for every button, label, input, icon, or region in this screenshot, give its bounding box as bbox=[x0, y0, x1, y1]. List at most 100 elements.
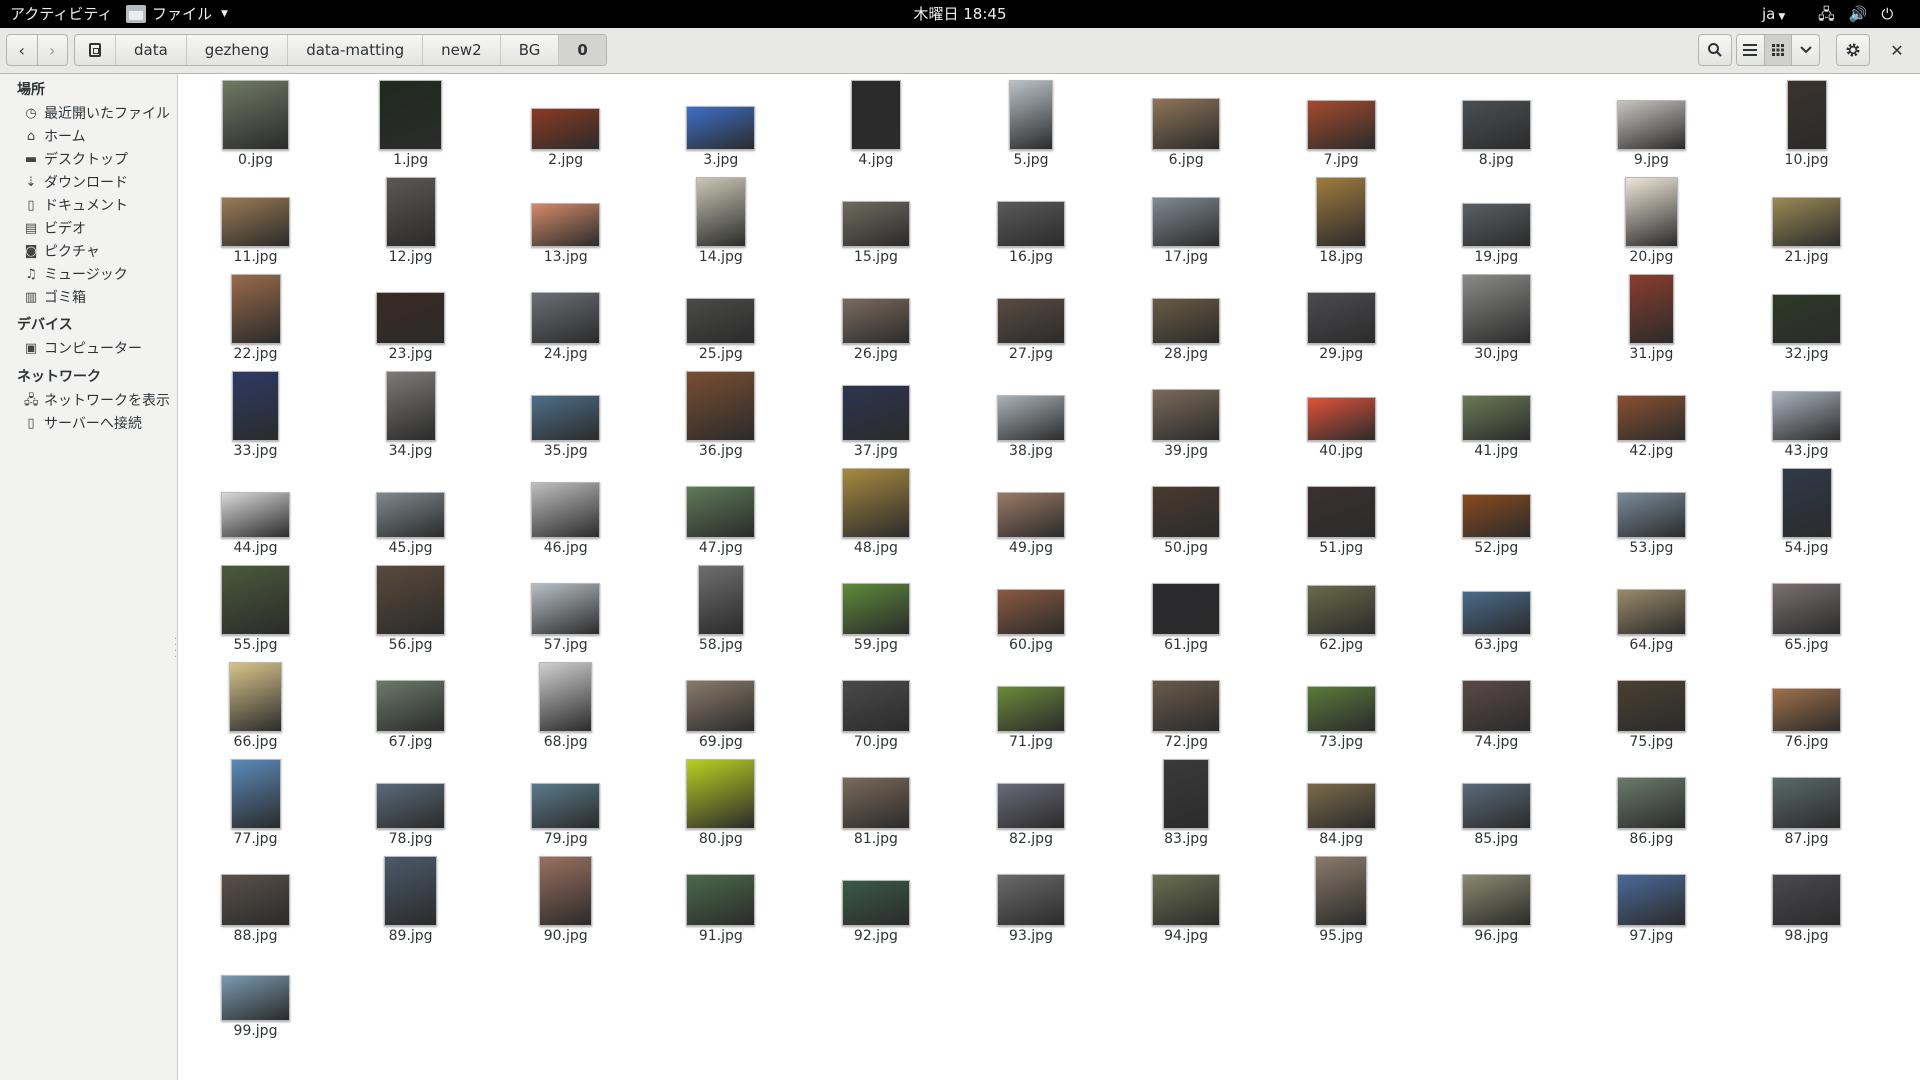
file-item[interactable]: 64.jpg bbox=[1574, 559, 1729, 657]
file-item[interactable]: 11.jpg bbox=[178, 171, 333, 269]
file-item[interactable]: 41.jpg bbox=[1419, 365, 1574, 463]
file-item[interactable]: 39.jpg bbox=[1109, 365, 1264, 463]
file-item[interactable]: 1.jpg bbox=[333, 74, 488, 172]
sidebar-item-downloads[interactable]: ⇣ ダウンロード bbox=[24, 172, 128, 194]
file-item[interactable]: 54.jpg bbox=[1729, 462, 1884, 560]
file-item[interactable]: 77.jpg bbox=[178, 753, 333, 851]
file-item[interactable]: 27.jpg bbox=[954, 268, 1109, 366]
sidebar-item-documents[interactable]: ▯ ドキュメント bbox=[24, 195, 128, 217]
file-item[interactable]: 51.jpg bbox=[1264, 462, 1419, 560]
sidebar-resize-handle[interactable]: · · · · bbox=[174, 635, 177, 663]
file-item[interactable]: 71.jpg bbox=[954, 656, 1109, 754]
file-item[interactable]: 79.jpg bbox=[488, 753, 643, 851]
file-item[interactable]: 2.jpg bbox=[488, 74, 643, 172]
view-menu-button[interactable] bbox=[1791, 35, 1819, 65]
file-item[interactable]: 19.jpg bbox=[1419, 171, 1574, 269]
forward-button[interactable]: › bbox=[36, 35, 68, 65]
file-item[interactable]: 52.jpg bbox=[1419, 462, 1574, 560]
file-item[interactable]: 66.jpg bbox=[178, 656, 333, 754]
file-item[interactable]: 68.jpg bbox=[488, 656, 643, 754]
back-button[interactable]: ‹ bbox=[7, 35, 37, 65]
file-item[interactable]: 90.jpg bbox=[488, 850, 643, 948]
file-item[interactable]: 91.jpg bbox=[643, 850, 798, 948]
file-item[interactable]: 99.jpg bbox=[178, 947, 333, 1043]
file-item[interactable]: 20.jpg bbox=[1574, 171, 1729, 269]
file-item[interactable]: 14.jpg bbox=[643, 171, 798, 269]
file-item[interactable]: 56.jpg bbox=[333, 559, 488, 657]
file-item[interactable]: 21.jpg bbox=[1729, 171, 1884, 269]
file-item[interactable]: 38.jpg bbox=[954, 365, 1109, 463]
file-item[interactable]: 31.jpg bbox=[1574, 268, 1729, 366]
file-item[interactable]: 22.jpg bbox=[178, 268, 333, 366]
file-item[interactable]: 49.jpg bbox=[954, 462, 1109, 560]
file-item[interactable]: 96.jpg bbox=[1419, 850, 1574, 948]
file-item[interactable]: 88.jpg bbox=[178, 850, 333, 948]
sidebar-item-music[interactable]: ♫ ミュージック bbox=[24, 264, 128, 286]
file-item[interactable]: 4.jpg bbox=[798, 74, 953, 172]
file-item[interactable]: 16.jpg bbox=[954, 171, 1109, 269]
file-item[interactable]: 30.jpg bbox=[1419, 268, 1574, 366]
file-item[interactable]: 59.jpg bbox=[798, 559, 953, 657]
file-item[interactable]: 5.jpg bbox=[954, 74, 1109, 172]
input-source-menu[interactable]: ja ▼ bbox=[1762, 0, 1785, 28]
breadcrumb-item[interactable]: gezheng bbox=[187, 35, 289, 65]
sidebar-item-videos[interactable]: ▤ ビデオ bbox=[24, 218, 86, 240]
breadcrumb-item[interactable]: new2 bbox=[423, 35, 501, 65]
file-item[interactable]: 60.jpg bbox=[954, 559, 1109, 657]
file-item[interactable]: 46.jpg bbox=[488, 462, 643, 560]
file-item[interactable]: 18.jpg bbox=[1264, 171, 1419, 269]
breadcrumb-item[interactable]: BG bbox=[501, 35, 560, 65]
file-item[interactable]: 44.jpg bbox=[178, 462, 333, 560]
file-item[interactable]: 92.jpg bbox=[798, 850, 953, 948]
file-item[interactable]: 17.jpg bbox=[1109, 171, 1264, 269]
file-item[interactable]: 6.jpg bbox=[1109, 74, 1264, 172]
file-item[interactable]: 74.jpg bbox=[1419, 656, 1574, 754]
file-item[interactable]: 80.jpg bbox=[643, 753, 798, 851]
file-item[interactable]: 89.jpg bbox=[333, 850, 488, 948]
breadcrumb-current[interactable]: 0 bbox=[559, 35, 606, 65]
list-view-button[interactable] bbox=[1737, 35, 1764, 65]
file-item[interactable]: 67.jpg bbox=[333, 656, 488, 754]
file-item[interactable]: 48.jpg bbox=[798, 462, 953, 560]
file-item[interactable]: 94.jpg bbox=[1109, 850, 1264, 948]
file-item[interactable]: 12.jpg bbox=[333, 171, 488, 269]
file-item[interactable]: 8.jpg bbox=[1419, 74, 1574, 172]
file-item[interactable]: 36.jpg bbox=[643, 365, 798, 463]
file-item[interactable]: 37.jpg bbox=[798, 365, 953, 463]
file-item[interactable]: 10.jpg bbox=[1729, 74, 1884, 172]
file-item[interactable]: 34.jpg bbox=[333, 365, 488, 463]
file-item[interactable]: 15.jpg bbox=[798, 171, 953, 269]
file-item[interactable]: 98.jpg bbox=[1729, 850, 1884, 948]
file-item[interactable]: 42.jpg bbox=[1574, 365, 1729, 463]
file-item[interactable]: 58.jpg bbox=[643, 559, 798, 657]
search-button[interactable] bbox=[1698, 34, 1732, 66]
file-item[interactable]: 26.jpg bbox=[798, 268, 953, 366]
file-item[interactable]: 61.jpg bbox=[1109, 559, 1264, 657]
close-button[interactable]: ✕ bbox=[1880, 34, 1914, 66]
file-item[interactable]: 57.jpg bbox=[488, 559, 643, 657]
file-item[interactable]: 63.jpg bbox=[1419, 559, 1574, 657]
file-item[interactable]: 24.jpg bbox=[488, 268, 643, 366]
file-item[interactable]: 7.jpg bbox=[1264, 74, 1419, 172]
file-item[interactable]: 70.jpg bbox=[798, 656, 953, 754]
file-item[interactable]: 0.jpg bbox=[178, 74, 333, 172]
file-item[interactable]: 25.jpg bbox=[643, 268, 798, 366]
breadcrumb-root[interactable] bbox=[75, 35, 116, 65]
file-item[interactable]: 47.jpg bbox=[643, 462, 798, 560]
file-item[interactable]: 87.jpg bbox=[1729, 753, 1884, 851]
file-item[interactable]: 84.jpg bbox=[1264, 753, 1419, 851]
file-item[interactable]: 69.jpg bbox=[643, 656, 798, 754]
file-item[interactable]: 55.jpg bbox=[178, 559, 333, 657]
settings-button[interactable] bbox=[1836, 34, 1870, 66]
file-item[interactable]: 83.jpg bbox=[1109, 753, 1264, 851]
sidebar-item-home[interactable]: ⌂ ホーム bbox=[24, 126, 86, 148]
file-item[interactable]: 53.jpg bbox=[1574, 462, 1729, 560]
file-item[interactable]: 32.jpg bbox=[1729, 268, 1884, 366]
file-item[interactable]: 29.jpg bbox=[1264, 268, 1419, 366]
file-item[interactable]: 3.jpg bbox=[643, 74, 798, 172]
file-item[interactable]: 28.jpg bbox=[1109, 268, 1264, 366]
file-item[interactable]: 43.jpg bbox=[1729, 365, 1884, 463]
sidebar-item-trash[interactable]: ▥ ゴミ箱 bbox=[24, 287, 86, 309]
file-item[interactable]: 45.jpg bbox=[333, 462, 488, 560]
file-item[interactable]: 95.jpg bbox=[1264, 850, 1419, 948]
